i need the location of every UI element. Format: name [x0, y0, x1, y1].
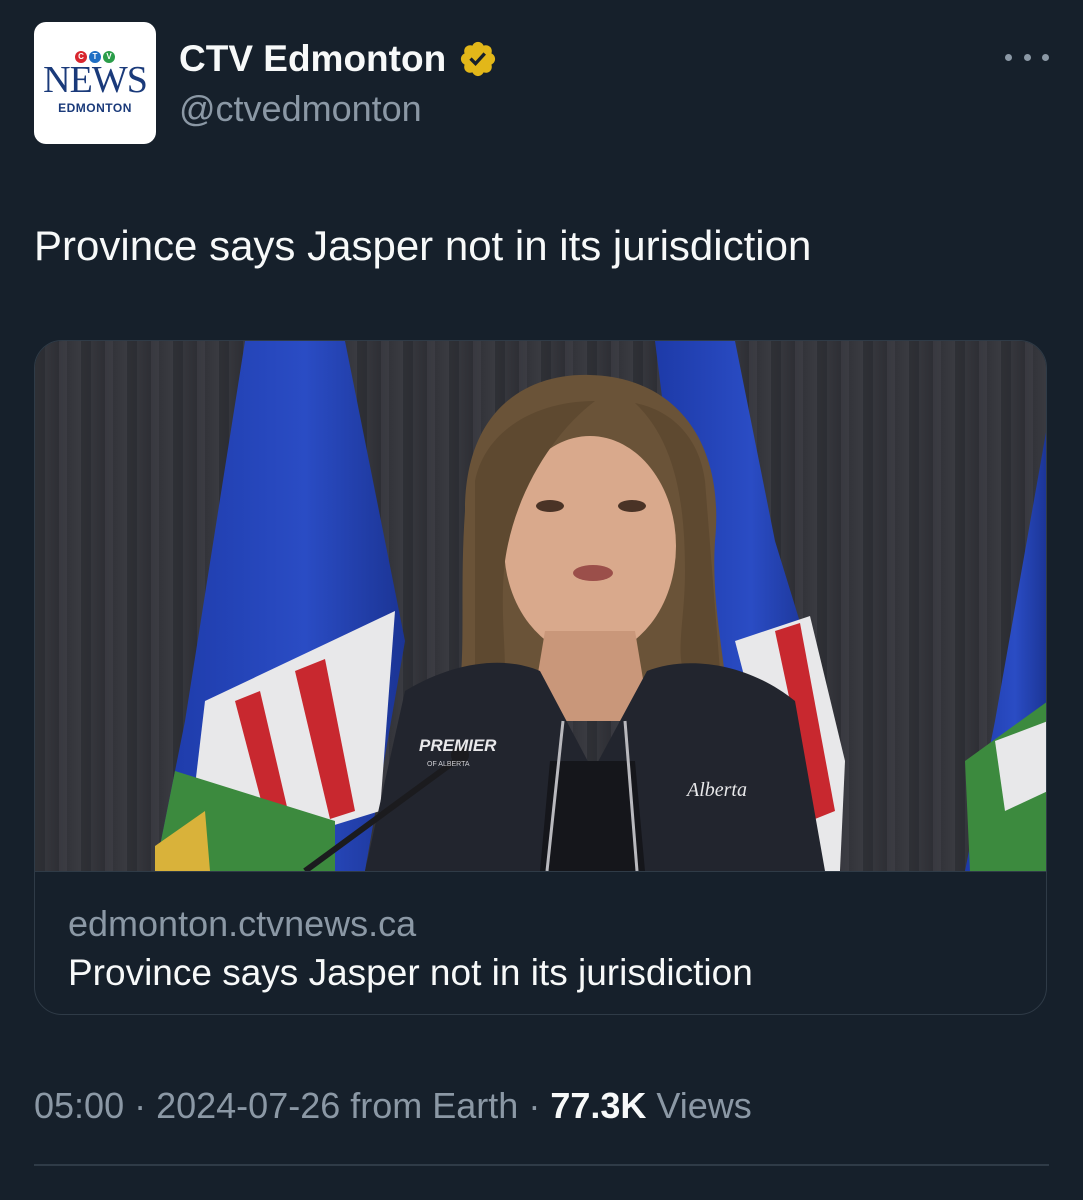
link-card-domain: edmonton.ctvnews.ca — [68, 903, 417, 944]
post-text: Province says Jasper not in its jurisdic… — [34, 222, 812, 269]
jacket-brand: Alberta — [685, 779, 747, 801]
meta-separator: · — [124, 1085, 157, 1126]
views-count[interactable]: 77.3K — [550, 1085, 646, 1126]
post-date[interactable]: 2024-07-26 — [156, 1085, 340, 1126]
link-card-footer: edmonton.ctvnews.ca Province says Jasper… — [35, 871, 1046, 1014]
jacket-text: PREMIER — [419, 736, 497, 755]
logo-city: EDMONTON — [58, 101, 132, 115]
jacket-subtext: OF ALBERTA — [427, 761, 470, 768]
verified-badge-icon[interactable] — [458, 39, 498, 79]
post: C T V NEWS EDMONTON CTV Edmonton @ctvedm… — [0, 0, 1083, 1200]
link-card-image: PREMIER OF ALBERTA Alberta — [35, 341, 1046, 871]
more-horizontal-icon[interactable] — [1005, 42, 1049, 72]
divider — [34, 1164, 1049, 1166]
link-card[interactable]: PREMIER OF ALBERTA Alberta edmonton.ctvn… — [34, 340, 1047, 1015]
name-row: CTV Edmonton — [179, 36, 498, 82]
account-handle[interactable]: @ctvedmonton — [179, 86, 422, 132]
meta-separator: · — [518, 1085, 551, 1126]
post-source: from Earth — [350, 1085, 519, 1126]
post-time[interactable]: 05:00 — [34, 1085, 124, 1126]
logo-wordmark: NEWS — [43, 59, 148, 101]
post-meta: 05:00 · 2024-07-26 from Earth · 77.3K Vi… — [34, 1083, 752, 1129]
views-label: Views — [656, 1085, 752, 1126]
avatar[interactable]: C T V NEWS EDMONTON — [34, 22, 156, 144]
display-name[interactable]: CTV Edmonton — [179, 36, 446, 82]
link-card-title[interactable]: Province says Jasper not in its jurisdic… — [68, 950, 753, 996]
